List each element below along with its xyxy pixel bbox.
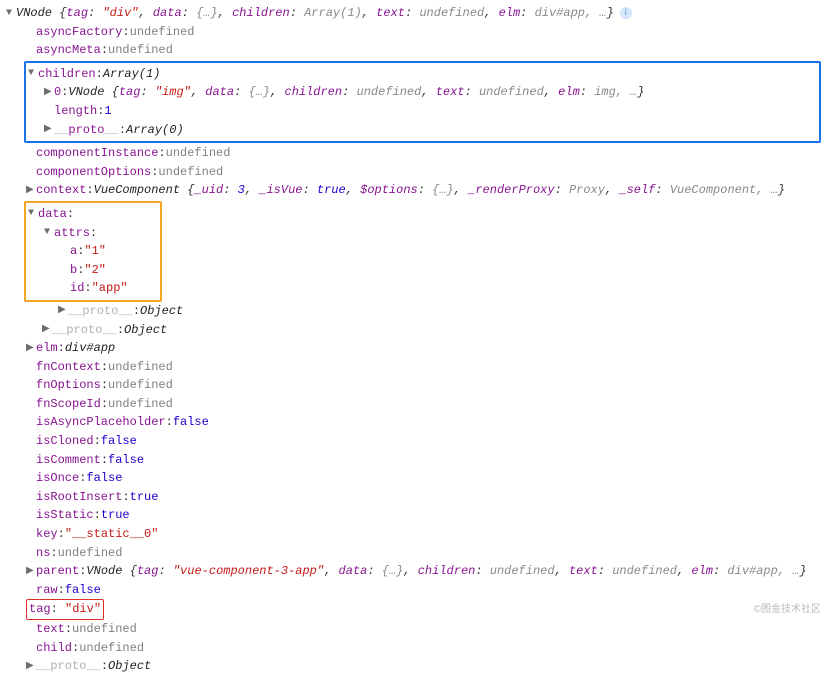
- arrow-right-icon[interactable]: ▶: [42, 322, 52, 338]
- prop-data[interactable]: ▼data:: [26, 205, 156, 224]
- arrow-right-icon[interactable]: ▶: [44, 85, 54, 101]
- prop-length[interactable]: length: 1: [26, 102, 819, 121]
- data-highlight-box: ▼data: ▼attrs: a: "1" b: "2" id: "app": [24, 201, 162, 302]
- children-highlight-box: ▼children: Array(1) ▶0: VNode {tag: "img…: [24, 61, 821, 143]
- arrow-right-icon[interactable]: ▶: [44, 122, 54, 138]
- arrow-down-icon[interactable]: ▼: [44, 225, 54, 241]
- prop-proto-array[interactable]: ▶__proto__: Array(0): [26, 121, 819, 140]
- prop-componentOptions[interactable]: componentOptions: undefined: [6, 163, 821, 182]
- watermark-text: ©图金技术社区: [754, 602, 821, 618]
- arrow-right-icon[interactable]: ▶: [26, 564, 36, 580]
- vnode-root[interactable]: ▼ VNode {tag: "div", data: {…}, children…: [6, 4, 821, 23]
- arrow-right-icon[interactable]: ▶: [58, 303, 68, 319]
- prop-child[interactable]: child: undefined: [6, 639, 821, 658]
- info-icon[interactable]: i: [620, 7, 632, 19]
- prop-proto-2[interactable]: ▶__proto__: Object: [6, 321, 821, 340]
- attr-b[interactable]: b: "2": [26, 261, 156, 280]
- arrow-right-icon[interactable]: ▶: [26, 341, 36, 357]
- prop-fnOptions[interactable]: fnOptions: undefined: [6, 376, 821, 395]
- prop-isRootInsert[interactable]: isRootInsert: true: [6, 488, 821, 507]
- children-item-0[interactable]: ▶0: VNode {tag: "img", data: {…}, childr…: [26, 83, 819, 102]
- prop-asyncMeta[interactable]: asyncMeta: undefined: [6, 41, 821, 60]
- prop-fnScopeId[interactable]: fnScopeId: undefined: [6, 395, 821, 414]
- prop-fnContext[interactable]: fnContext: undefined: [6, 358, 821, 377]
- prop-ns[interactable]: ns: undefined: [6, 544, 821, 563]
- arrow-down-icon[interactable]: ▼: [28, 206, 38, 222]
- prop-context[interactable]: ▶context: VueComponent {_uid: 3, _isVue:…: [6, 181, 821, 200]
- attr-a[interactable]: a: "1": [26, 242, 156, 261]
- arrow-right-icon[interactable]: ▶: [26, 659, 36, 675]
- prop-asyncFactory[interactable]: asyncFactory: undefined: [6, 23, 821, 42]
- arrow-down-icon[interactable]: ▼: [28, 66, 38, 82]
- prop-raw[interactable]: raw: false: [6, 581, 821, 600]
- prop-parent[interactable]: ▶parent: VNode {tag: "vue-component-3-ap…: [6, 562, 821, 581]
- class-name: VNode: [16, 6, 52, 20]
- arrow-right-icon[interactable]: ▶: [26, 183, 36, 199]
- prop-isOnce[interactable]: isOnce: false: [6, 469, 821, 488]
- prop-attrs[interactable]: ▼attrs:: [26, 224, 156, 243]
- attr-id[interactable]: id: "app": [26, 279, 156, 298]
- prop-isStatic[interactable]: isStatic: true: [6, 506, 821, 525]
- prop-text[interactable]: text: undefined: [6, 620, 821, 639]
- prop-elm[interactable]: ▶elm: div#app: [6, 339, 821, 358]
- prop-proto-1[interactable]: ▶__proto__: Object: [6, 302, 821, 321]
- prop-componentInstance[interactable]: componentInstance: undefined: [6, 144, 821, 163]
- prop-isCloned[interactable]: isCloned: false: [6, 432, 821, 451]
- prop-children[interactable]: ▼children: Array(1): [26, 65, 819, 84]
- prop-isComment[interactable]: isComment: false: [6, 451, 821, 470]
- prop-isAsyncPlaceholder[interactable]: isAsyncPlaceholder: false: [6, 413, 821, 432]
- arrow-down-icon[interactable]: ▼: [6, 6, 16, 22]
- prop-proto-3[interactable]: ▶__proto__: Object: [6, 657, 821, 676]
- tag-highlight-box: tag: "div": [26, 599, 104, 620]
- prop-key[interactable]: key: "__static__0": [6, 525, 821, 544]
- prop-tag[interactable]: tag: "div": [6, 599, 821, 620]
